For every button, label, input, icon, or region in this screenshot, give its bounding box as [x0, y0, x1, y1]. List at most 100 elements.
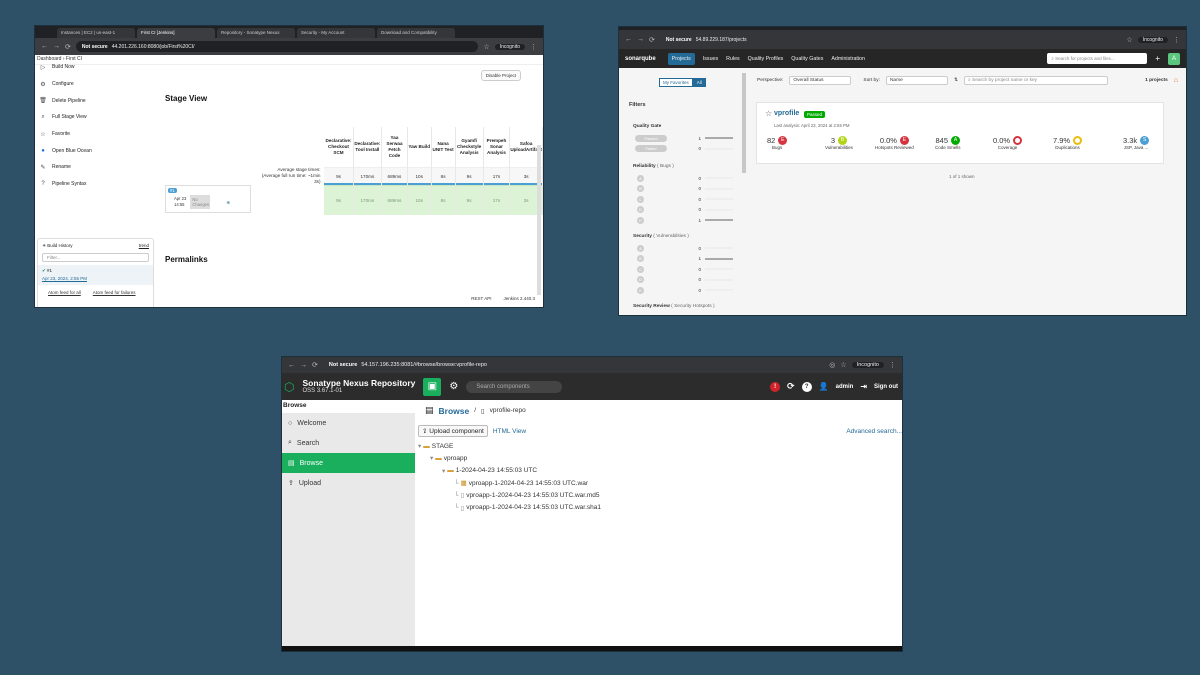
forward-icon[interactable]: →	[637, 36, 644, 43]
avatar[interactable]: A	[1168, 52, 1180, 65]
nav-quality-gates[interactable]: Quality Gates	[791, 56, 823, 62]
stage-cell[interactable]: 9s	[324, 184, 354, 215]
alert-icon[interactable]: !	[770, 381, 781, 392]
html-view-link[interactable]: HTML View	[493, 428, 526, 435]
nexus-brand[interactable]: Sonatype Nexus Repository OSS 3.67.1-01	[302, 378, 415, 395]
build-number[interactable]: #1	[47, 268, 52, 273]
browser-tab[interactable]: First CI [Jenkins]	[137, 28, 215, 38]
run-number[interactable]: #1	[168, 188, 177, 193]
stage-cell[interactable]: 8s	[431, 184, 456, 215]
filter-row[interactable]: B1	[633, 254, 733, 265]
stage-cell[interactable]: 170ms	[353, 184, 383, 215]
nexus-logo-icon[interactable]: ⬡	[284, 380, 294, 394]
browser-tab[interactable]: Download and Compatibility	[377, 28, 455, 38]
filter-row[interactable]: C0	[633, 264, 733, 275]
browser-tab[interactable]: Security - My Account	[297, 28, 375, 38]
filter-option[interactable]: D	[637, 276, 644, 284]
sidebar-item-upload[interactable]: ⇪ Upload	[282, 473, 415, 493]
menu-icon[interactable]: ⋮	[530, 43, 537, 51]
component-search-input[interactable]: Search components	[466, 380, 563, 393]
my-favorites-button[interactable]: My Favorites	[659, 78, 693, 87]
filter-row[interactable]: E0	[633, 285, 733, 296]
tree-node[interactable]: └ ▯ vproapp-1-2024-04-23 14:55:03 UTC.war.…	[418, 501, 601, 513]
menu-icon[interactable]: ⋮	[1173, 36, 1180, 44]
filter-option[interactable]: D	[637, 206, 644, 214]
sidebar-item[interactable]: ● Open Blue Ocean	[35, 142, 155, 159]
project-metric[interactable]: 82 E Bugs	[767, 136, 788, 150]
tree-node[interactable]: ▾ ▬ STAGE	[418, 440, 601, 452]
reload-icon[interactable]: ⟳	[65, 43, 71, 51]
project-search-input[interactable]: ⌕ Search by project name or key	[963, 76, 1108, 85]
star-icon[interactable]: ☆	[840, 361, 846, 369]
atom-feed-failures-link[interactable]: Atom feed for failures	[93, 290, 136, 295]
nav-issues[interactable]: Issues	[703, 56, 718, 62]
sidebar-item[interactable]: ☆ Favorite	[35, 126, 155, 143]
filter-row[interactable]: B0	[633, 184, 733, 195]
home-icon[interactable]: ⌂	[1174, 77, 1178, 84]
filter-option[interactable]: E	[637, 286, 644, 294]
project-metric[interactable]: 0.0% Coverage	[993, 136, 1023, 150]
sort-direction-icon[interactable]: ⇅	[954, 78, 958, 83]
back-icon[interactable]: ←	[625, 36, 632, 43]
eye-off-icon[interactable]: ◎	[829, 361, 835, 369]
filter-row[interactable]: Passed 1	[633, 133, 733, 144]
nav-projects[interactable]: Projects	[667, 52, 695, 65]
sidebar-item-search[interactable]: ⌕ Search	[282, 433, 415, 453]
reload-icon[interactable]: ⟳	[312, 361, 318, 369]
sidebar-item[interactable]: ✎ Rename	[35, 159, 155, 176]
build-date[interactable]: Apr 23, 2024, 2:55 PM	[42, 276, 149, 281]
filter-option[interactable]: E	[637, 216, 644, 224]
filter-option[interactable]: C	[637, 195, 644, 203]
filter-option[interactable]: B	[637, 185, 644, 193]
build-filter-input[interactable]: Filter...	[42, 253, 149, 262]
plus-icon[interactable]: +	[1155, 54, 1160, 63]
star-icon[interactable]: ☆	[1126, 36, 1132, 44]
breadcrumb-browse[interactable]: Browse	[439, 406, 470, 416]
stage-cell[interactable]: 689ms	[381, 184, 408, 215]
filter-row[interactable]: A0	[633, 243, 733, 254]
signout-icon[interactable]: ⇥	[860, 382, 867, 391]
back-icon[interactable]: ←	[288, 362, 295, 369]
filter-row[interactable]: C0	[633, 194, 733, 205]
project-name-link[interactable]: vprofile	[774, 110, 799, 117]
url-field[interactable]: Not secure 54.89.229.187/projects	[659, 33, 1122, 46]
advanced-search-link[interactable]: Advanced search...	[846, 428, 902, 435]
rest-api-link[interactable]: REST API	[471, 296, 491, 301]
browse-mode-cube-icon[interactable]: ▣	[423, 377, 442, 396]
refresh-icon[interactable]: ⟳	[787, 381, 795, 392]
filter-row[interactable]: D0	[633, 205, 733, 216]
project-metric[interactable]: 3.3k S JSP, Java ...	[1123, 136, 1150, 150]
nav-rules[interactable]: Rules	[726, 56, 740, 62]
project-metric[interactable]: 845 A Code Smells	[935, 136, 961, 150]
tree-node[interactable]: ▾ ▬ 1-2024-04-23 14:55:03 UTC	[418, 465, 601, 477]
scrollbar[interactable]	[537, 145, 541, 295]
project-metric[interactable]: 0.0% E Hotspots Reviewed	[875, 136, 914, 150]
forward-icon[interactable]: →	[53, 43, 60, 50]
disable-project-button[interactable]: Disable Project	[480, 70, 521, 81]
browser-tab[interactable]: Instances | EC2 | us-east-1	[57, 28, 135, 38]
all-button[interactable]: All	[692, 78, 706, 87]
project-metric[interactable]: 7.9% Duplications	[1053, 136, 1083, 150]
help-icon[interactable]: ?	[801, 381, 812, 392]
stage-cell[interactable]: 17s	[483, 184, 511, 215]
nav-quality-profiles[interactable]: Quality Profiles	[748, 56, 784, 62]
menu-icon[interactable]: ⋮	[889, 361, 896, 369]
sonarqube-logo[interactable]: sonarqube	[625, 56, 656, 62]
filter-row[interactable]: A0	[633, 173, 733, 184]
sidebar-item-browse[interactable]: ▤ Browse	[282, 453, 415, 473]
project-metric[interactable]: 3 B Vulnerabilities	[825, 136, 853, 150]
build-row[interactable]: ✔ #1 Apr 23, 2024, 2:55 PM	[38, 265, 153, 285]
stage-cell[interactable]: 10s	[407, 184, 432, 215]
perspective-select[interactable]: Overall Status	[789, 76, 852, 85]
global-search-input[interactable]: ⌕ Search for projects and files...	[1047, 53, 1148, 64]
sidebar-item-welcome[interactable]: ○ Welcome	[282, 413, 415, 433]
stage-cell[interactable]: 9s	[455, 184, 484, 215]
filter-option[interactable]: Failed	[635, 145, 667, 153]
filter-option[interactable]: B	[637, 255, 644, 263]
filter-option[interactable]: A	[637, 174, 644, 182]
user-icon[interactable]: 👤	[819, 382, 829, 391]
favorite-star-icon[interactable]: ☆	[765, 109, 772, 118]
sidebar-item[interactable]: ⌕ Full Stage View	[35, 109, 155, 126]
sidebar-item[interactable]: ? Pipeline Syntax	[35, 176, 155, 193]
jenkins-version-link[interactable]: Jenkins 2.440.3	[503, 296, 535, 301]
